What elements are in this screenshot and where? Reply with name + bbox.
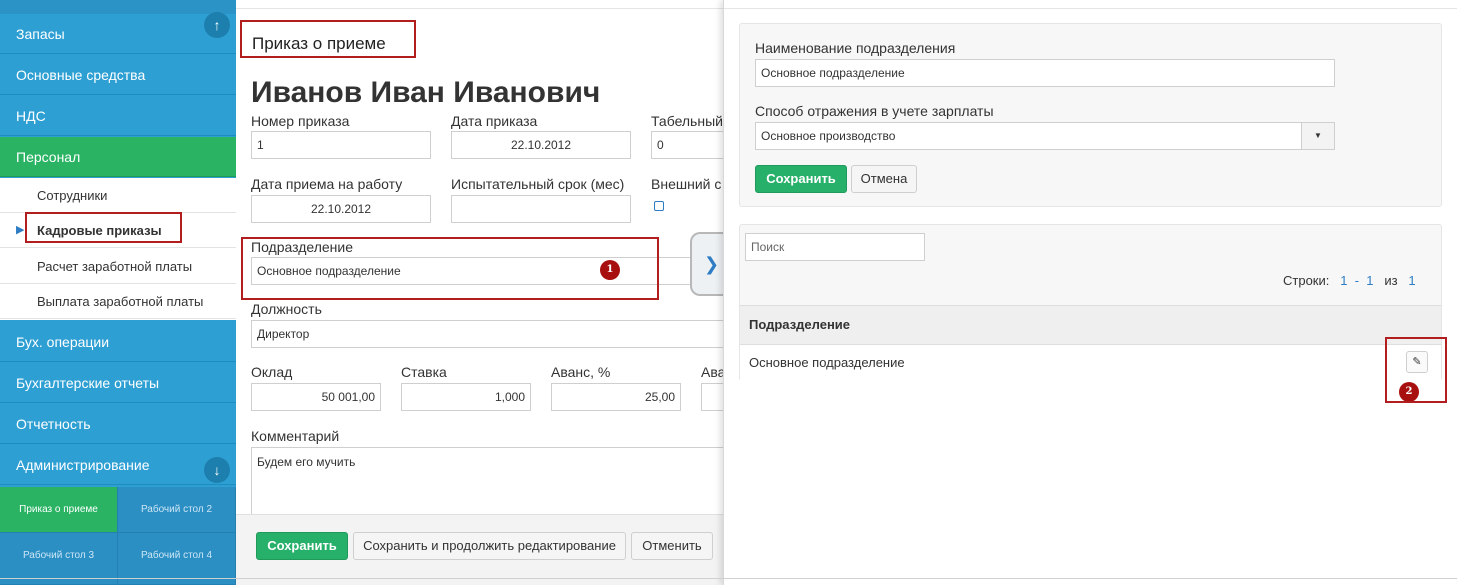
external-label: Внешний с [651,176,722,192]
save-continue-button[interactable]: Сохранить и продолжить редактирование [353,532,626,560]
rows-label: Строки: [1283,273,1330,288]
panel-save-button[interactable]: Сохранить [755,165,847,193]
submenu-item-payroll[interactable]: Расчет заработной платы [0,249,236,284]
salary-method-value: Основное производство [761,129,896,143]
cancel-button[interactable]: Отменить [631,532,713,560]
rows-from: 1 [1340,273,1348,288]
table-header-department[interactable]: Подразделение [740,305,1441,345]
department-list-card: Поиск Строки: 1 - 1 из 1 Подразделение О… [739,224,1442,381]
dept-name-label: Наименование подразделения [755,40,956,56]
caret-down-icon[interactable]: ▼ [1301,123,1334,149]
highlight-box-title [240,20,416,58]
rate-input[interactable]: 1,000 [401,383,531,411]
external-checkbox[interactable] [654,201,664,211]
department-panel: Наименование подразделения Основное подр… [723,0,1457,585]
salary-input[interactable]: 50 001,00 [251,383,381,411]
advance-pct-input[interactable]: 25,00 [551,383,681,411]
arrow-down-icon[interactable]: ↓ [204,457,230,483]
save-button[interactable]: Сохранить [256,532,348,560]
position-input[interactable]: Директор [251,320,723,348]
submenu-item-employees[interactable]: Сотрудники [0,178,236,213]
sidebar-item-administration[interactable]: Администрирование [0,445,236,485]
order-number-label: Номер приказа [251,113,350,129]
form-top-divider [236,8,723,9]
rate-label: Ставка [401,364,447,380]
app-root: Запасы ↑ Основные средства НДС Персонал … [0,0,1457,585]
sidebar-item-reporting[interactable]: Отчетность [0,404,236,444]
arrow-up-icon[interactable]: ↑ [204,12,230,38]
highlight-box-edit [1385,337,1447,403]
advance-pct-label: Аванс, % [551,364,611,380]
salary-label: Оклад [251,364,293,380]
rows-of: из [1384,273,1398,288]
rows-to: 1 [1366,273,1374,288]
department-edit-card: Наименование подразделения Основное подр… [739,23,1442,207]
tab-number-label: Табельный [651,113,723,129]
window-bottom-border [0,578,1457,579]
tab-number-input[interactable]: 0 [651,131,723,159]
order-number-input[interactable]: 1 [251,131,431,159]
salary-method-label: Способ отражения в учете зарплаты [755,103,994,119]
advance-amount-label: Ава [701,364,723,380]
hire-date-input[interactable]: 22.10.2012 [251,195,431,223]
sidebar-item-stock[interactable]: Запасы [0,14,236,54]
salary-method-select[interactable]: Основное производство ▼ [755,122,1335,150]
hire-date-label: Дата приема на работу [251,176,403,192]
table-row[interactable]: Основное подразделение [740,345,1441,381]
rows-counter: Строки: 1 - 1 из 1 [1283,273,1416,288]
position-label: Должность [251,301,322,317]
sidebar-item-personnel[interactable]: Персонал [0,137,236,177]
tile-hire-order[interactable]: Приказ о приеме [0,487,118,533]
sidebar-item-vat[interactable]: НДС [0,96,236,136]
rows-dash: - [1354,273,1360,288]
sidebar-item-accounting-operations[interactable]: Бух. операции [0,322,236,362]
dept-name-input[interactable]: Основное подразделение [755,59,1335,87]
highlight-box-hr-orders [25,212,182,243]
rows-total: 1 [1408,273,1416,288]
panel-cancel-button[interactable]: Отмена [851,165,917,193]
tile-desktop-2[interactable]: Рабочий стол 2 [118,487,236,533]
sidebar-top-strip [0,0,236,14]
sidebar-item-accounting-reports[interactable]: Бухгалтерские отчеты [0,363,236,403]
sidebar-item-fixed-assets[interactable]: Основные средства [0,55,236,95]
order-date-input[interactable]: 22.10.2012 [451,131,631,159]
hire-order-form: Приказ о приеме Иванов Иван Иванович Ном… [236,0,723,585]
form-footer: Сохранить Сохранить и продолжить редакти… [236,514,723,585]
comment-textarea[interactable]: Будем его мучить [251,447,723,517]
current-item-arrow-icon: ▶ [16,224,25,236]
search-input[interactable]: Поиск [745,233,925,261]
highlight-box-department [241,237,659,300]
panel-top-divider [724,8,1457,9]
order-date-label: Дата приказа [451,113,538,129]
desktop-tiles: Приказ о приеме Рабочий стол 2 Рабочий с… [0,487,236,585]
sidebar-submenu: Сотрудники ▶ Кадровые приказы Расчет зар… [0,178,236,320]
submenu-item-salary-payment[interactable]: Выплата заработной платы [0,284,236,319]
sidebar: Запасы ↑ Основные средства НДС Персонал … [0,0,236,585]
employee-name: Иванов Иван Иванович [251,76,601,109]
probation-input[interactable] [451,195,631,223]
probation-label: Испытательный срок (мес) [451,176,625,192]
comment-label: Комментарий [251,428,340,444]
advance-amount-input[interactable] [701,383,723,411]
